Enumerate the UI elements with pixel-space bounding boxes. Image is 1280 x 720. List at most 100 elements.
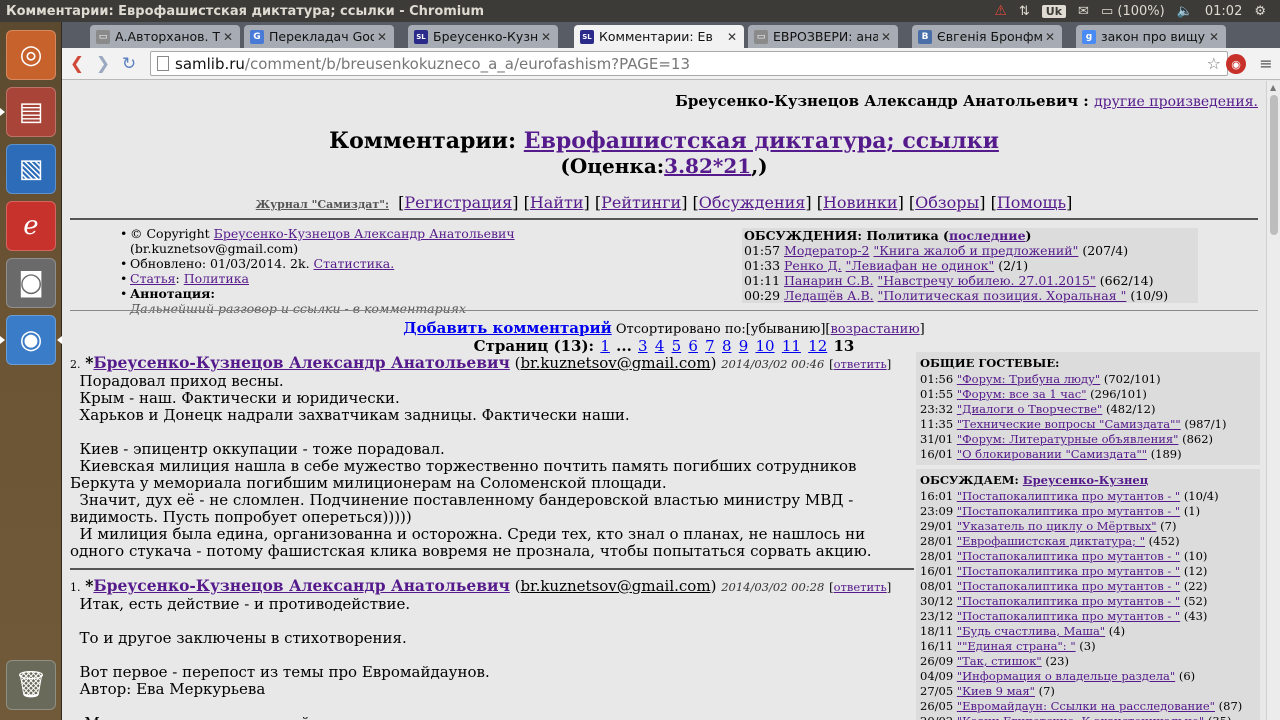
sidebar-item-link[interactable]: "Киев 9 мая" — [957, 684, 1035, 698]
close-icon[interactable]: ✕ — [724, 30, 740, 44]
copyright-author-link[interactable]: Бреусенко-Кузнецов Александр Анатольевич — [214, 226, 515, 241]
tab-4[interactable]: ▭ ЕВРОЗВЕРИ: анат ✕ — [748, 25, 898, 48]
sidebar-item: 01:56 "Форум: Трибуна люду" (702/101) — [920, 372, 1256, 387]
extension-icon[interactable]: ◉ — [1226, 54, 1246, 74]
other-works-link[interactable]: другие произведения. — [1094, 94, 1258, 110]
nav-reviews[interactable]: Обзоры — [915, 193, 979, 212]
power-icon[interactable]: ⚙ — [1254, 4, 1266, 19]
sidebar-item-link[interactable]: "О блокировании "Самиздата"" — [957, 447, 1147, 461]
close-icon[interactable]: ✕ — [374, 30, 390, 44]
scrollbar-thumb[interactable] — [1270, 95, 1278, 235]
discussion-title-link[interactable]: "Левиафан не одинок" — [846, 258, 995, 273]
sidebar-item-link[interactable]: "Указатель по циклу о Мёртвых" — [957, 519, 1157, 533]
close-icon[interactable]: ✕ — [220, 30, 236, 44]
trash-icon[interactable]: 🗑 — [6, 660, 56, 710]
comment-email-link[interactable]: br.kuznetsov@gmail.com — [520, 577, 710, 595]
sidebar-item-link[interactable]: "Форум: Литературные объявления" — [957, 432, 1179, 446]
network-icon[interactable]: ⇅ — [1019, 4, 1030, 19]
reply-link[interactable]: ответить — [834, 580, 887, 594]
sidebar-item: 16/11 ""Единая страна": " (3) — [920, 639, 1256, 654]
tab-1[interactable]: G Перекладач Goog ✕ — [244, 25, 394, 48]
comment-author-link[interactable]: Бреусенко-Кузнецов Александр Анатольевич — [93, 576, 509, 595]
sidebar-item-link[interactable]: "Еврофашистская диктатура; " — [957, 534, 1145, 548]
sidebar-item-link[interactable]: ""Единая страна": " — [957, 639, 1076, 653]
back-button[interactable]: ❮ — [64, 54, 90, 74]
volume-icon[interactable]: 🔈 — [1177, 4, 1193, 19]
document-viewer-icon[interactable]: ▧ — [6, 144, 56, 194]
sidebar-item-link[interactable]: "Так, стишок" — [957, 654, 1042, 668]
sidebar-item-link[interactable]: "Диалоги о Творчестве" — [957, 402, 1103, 416]
add-comment-link[interactable]: Добавить комментарий — [403, 319, 611, 337]
scroll-up-icon[interactable]: ▲ — [1270, 83, 1276, 92]
rating-link[interactable]: 3.82*21 — [664, 154, 751, 178]
close-icon[interactable]: ✕ — [878, 30, 894, 44]
email-client-icon[interactable]: ℯ — [6, 201, 56, 251]
genre-link[interactable]: Политика — [184, 271, 249, 286]
bookmark-star-icon[interactable]: ☆ — [1207, 54, 1221, 73]
chromium-icon[interactable]: ◉ — [0, 315, 62, 365]
discussion-author-link[interactable]: Ледащёв А.В. — [784, 288, 874, 303]
sidebar-item-link[interactable]: "Технические вопросы "Самиздата"" — [957, 417, 1181, 431]
sort-ascending-link[interactable]: возрастанию — [830, 322, 919, 337]
divider — [70, 310, 1258, 311]
discussion-author-link[interactable]: Панарин С.В. — [784, 273, 873, 288]
close-icon[interactable]: ✕ — [1206, 30, 1222, 44]
comment-author-link[interactable]: Бреусенко-Кузнецов Александр Анатольевич — [93, 353, 509, 372]
tab-6[interactable]: g закон про вищу о ✕ — [1076, 25, 1226, 48]
nav-ratings[interactable]: Рейтинги — [601, 193, 681, 212]
battery-indicator[interactable]: ▭ (100%) — [1101, 4, 1165, 19]
files-icon[interactable]: ▤ — [0, 87, 56, 137]
discussion-title-link[interactable]: "Политическая позиция. Хоральная " — [878, 288, 1127, 303]
mail-icon[interactable]: ✉ — [1078, 4, 1089, 19]
statistics-link[interactable]: Статистика. — [314, 256, 395, 271]
nav-discussions[interactable]: Обсуждения — [699, 193, 806, 212]
warning-icon[interactable]: ⚠ — [994, 3, 1007, 19]
camera-icon[interactable]: ◙ — [6, 258, 56, 308]
sidebar-item-link[interactable]: "Евромайдаун: Ссылки на расследование" — [957, 699, 1215, 713]
tab-2[interactable]: SL Бреусенко-Кузне ✕ — [408, 25, 558, 48]
discuss-author-link[interactable]: Бреусенко-Кузнец — [1023, 473, 1148, 487]
sidebar-item-link[interactable]: "Постапокалиптика про мутантов - " — [957, 609, 1180, 623]
section-link[interactable]: Статья — [130, 271, 176, 286]
sidebar-item-link[interactable]: "Информация о владельце раздела" — [957, 669, 1175, 683]
sidebar-item-link[interactable]: "Будь счастлива, Маша" — [957, 624, 1105, 638]
nav-help[interactable]: Помощь — [997, 193, 1066, 212]
sidebar-item-link[interactable]: "Казни Египетские. К экзистенциально" — [957, 714, 1204, 720]
sidebar-item-link[interactable]: "Постапокалиптика про мутантов - " — [957, 549, 1180, 563]
keyboard-layout-indicator[interactable]: Uk — [1041, 4, 1067, 18]
nav-search[interactable]: Найти — [530, 193, 584, 212]
nav-new[interactable]: Новинки — [823, 193, 898, 212]
sidebar-item-link[interactable]: "Постапокалиптика про мутантов - " — [957, 594, 1180, 608]
discussion-author-link[interactable]: Модератор-2 — [784, 243, 870, 258]
reload-button[interactable]: ↻ — [116, 54, 142, 74]
close-icon[interactable]: ✕ — [1042, 30, 1058, 44]
close-icon[interactable]: ✕ — [538, 30, 554, 44]
comment-line: Харьков и Донецк надрали захватчикам зад… — [70, 406, 630, 424]
reply-link[interactable]: ответить — [834, 357, 887, 371]
discussion-title-link[interactable]: "Навстречу юбилею. 27.01.2015" — [877, 273, 1095, 288]
page-scrollbar[interactable]: ▲ — [1266, 81, 1280, 720]
comment-email-link[interactable]: br.kuznetsov@gmail.com — [520, 354, 710, 372]
sidebar-item-link[interactable]: "Постапокалиптика про мутантов - " — [957, 579, 1180, 593]
sidebar-item-link[interactable]: "Форум: Трибуна люду" — [957, 372, 1100, 386]
discussion-time: 01:33 — [744, 258, 781, 273]
sidebar-item-link[interactable]: "Постапокалиптика про мутантов - " — [957, 504, 1180, 518]
tab-0[interactable]: ▭ А.Авторханов. Те ✕ — [90, 25, 240, 48]
page-info-icon[interactable] — [157, 56, 169, 71]
forward-button[interactable]: ❯ — [90, 54, 116, 74]
sidebar-item-link[interactable]: "Форум: все за 1 час" — [957, 387, 1087, 401]
latest-link[interactable]: последние — [949, 228, 1026, 243]
discussion-title-link[interactable]: "Книга жалоб и предложений" — [874, 243, 1079, 258]
work-title-link[interactable]: Еврофашистская диктатура; ссылки — [524, 128, 999, 154]
discussion-author-link[interactable]: Ренко Д. — [784, 258, 842, 273]
sidebar-item-link[interactable]: "Постапокалиптика про мутантов - " — [957, 564, 1180, 578]
tab-3-active[interactable]: SL Комментарии: Ев ✕ — [574, 25, 744, 48]
nav-register[interactable]: Регистрация — [404, 193, 512, 212]
chrome-menu-icon[interactable]: ≡ — [1256, 54, 1276, 73]
address-bar[interactable]: samlib.ru/comment/b/breusenkokuzneco_a_a… — [150, 51, 1228, 76]
dash-home-icon[interactable]: ◎ — [6, 30, 56, 80]
journal-label[interactable]: Журнал "Самиздат": — [256, 198, 389, 211]
clock[interactable]: 01:02 — [1205, 4, 1242, 19]
tab-5[interactable]: B Євгенія Бронфман ✕ — [912, 25, 1062, 48]
sidebar-item-link[interactable]: "Постапокалиптика про мутантов - " — [957, 489, 1180, 503]
